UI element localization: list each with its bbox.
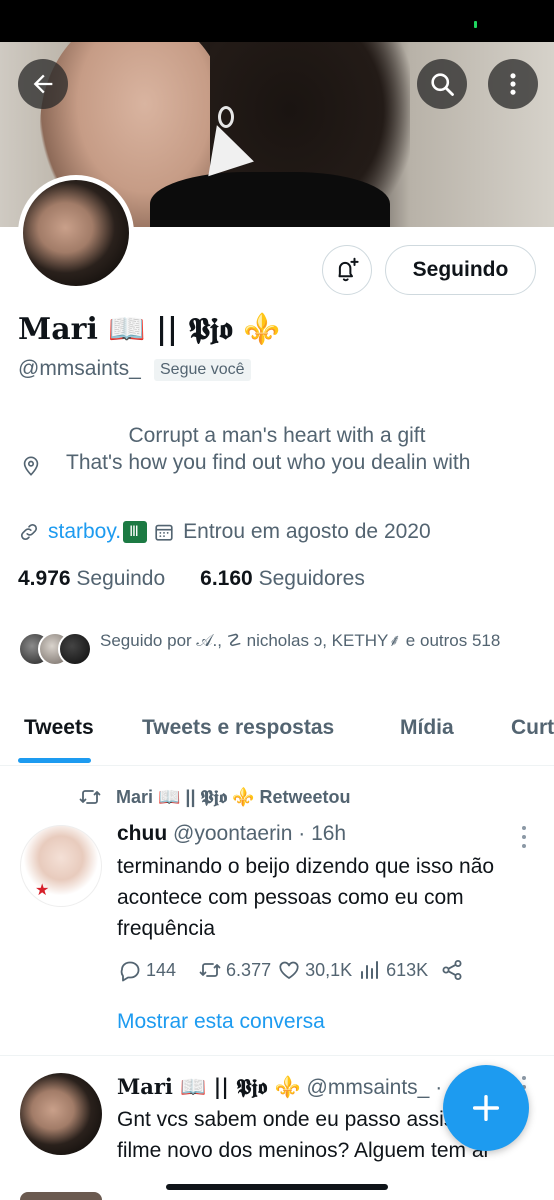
tweet-time: ·	[435, 1076, 443, 1099]
active-tab-indicator	[18, 758, 91, 763]
star-icon: ★	[35, 882, 50, 899]
retweet-icon	[199, 963, 221, 977]
retweet-button[interactable]: 6.377	[198, 958, 271, 982]
next-tweet-avatar	[20, 1192, 102, 1200]
followers-count: 6.160	[200, 567, 253, 590]
tweet-author-handle: @yoontaerin	[173, 822, 293, 845]
following-label: Seguindo	[76, 567, 166, 590]
retweeted-by[interactable]: Mari 📖 || 𝕻𝖏𝖔 ⚜️ Retweetou	[78, 785, 350, 809]
tweet-author-name[interactable]: Mari 📖 || 𝕻𝖏𝖔 ⚜️	[117, 1074, 301, 1099]
following-count-link[interactable]: 4.976 Seguindo	[18, 567, 165, 590]
share-button[interactable]	[440, 958, 468, 982]
tweet-text: terminando o beijo dizendo que isso não …	[117, 855, 495, 940]
followed-by-row[interactable]: Seguido por 𝒜., ☡ nicholas ↄ, KETHY⸙ e o…	[18, 628, 530, 666]
share-icon	[442, 960, 462, 980]
followed-by-avatars	[18, 628, 92, 666]
like-icon	[279, 961, 299, 979]
home-indicator	[166, 1184, 388, 1190]
more-vertical-icon	[510, 73, 516, 95]
back-arrow-icon	[33, 74, 53, 94]
display-name: Mari 📖 || 𝕻𝖏𝖔 ⚜️	[18, 312, 281, 347]
notifications-bell-button[interactable]	[322, 245, 372, 295]
tab-media[interactable]: Mídia	[400, 716, 454, 740]
search-icon	[431, 73, 454, 96]
retweet-icon	[79, 790, 101, 804]
tweet-actions: 144 6.377 30,1K 613K	[118, 958, 468, 982]
joined-date: Entrou em agosto de 2020	[183, 520, 431, 543]
tweet-divider	[0, 1055, 554, 1056]
profile-tabs: Tweets Tweets e respostas Mídia Curt	[0, 700, 554, 766]
profile-link[interactable]: starboy.	[48, 520, 121, 544]
bell-plus-icon	[338, 257, 359, 282]
views-button[interactable]: 613K	[358, 958, 428, 982]
follow-counts: 4.976 Seguindo 6.160 Seguidores	[18, 567, 365, 591]
show-thread-link[interactable]: Mostrar esta conversa	[117, 1010, 325, 1034]
reply-button[interactable]: 144	[118, 958, 176, 982]
tweet-time: · 16h	[298, 822, 347, 845]
tweet-more-button[interactable]	[516, 826, 532, 848]
following-count: 4.976	[18, 567, 71, 590]
compose-tweet-button[interactable]	[443, 1065, 529, 1151]
tweet-header: Mari 📖 || 𝕻𝖏𝖔 ⚜️ @mmsaints_ ·	[117, 1074, 442, 1100]
link-icon	[20, 523, 38, 541]
views-icon	[361, 961, 379, 979]
tweet-author-avatar[interactable]: ★	[20, 825, 102, 907]
tab-likes[interactable]: Curt	[511, 716, 554, 740]
tab-tweets[interactable]: Tweets	[24, 716, 94, 740]
followers-label: Seguidores	[258, 567, 365, 590]
tweet-header: chuu @yoontaerin · 16h	[117, 822, 346, 846]
bank-emoji-icon	[123, 521, 148, 543]
followed-by-text: Seguido por 𝒜., ☡ nicholas ↄ, KETHY⸙ e o…	[100, 631, 501, 650]
location-pin-icon	[23, 456, 39, 476]
bio-line-1: Corrupt a man's heart with a gift	[128, 424, 426, 447]
like-button[interactable]: 30,1K	[277, 958, 352, 982]
tweet-author-handle: @mmsaints_	[306, 1076, 430, 1099]
reply-icon	[120, 961, 140, 982]
avatar	[58, 632, 92, 666]
like-count: 30,1K	[305, 959, 353, 980]
compose-plus-icon	[472, 1094, 500, 1122]
tweet-author-avatar[interactable]	[20, 1073, 102, 1155]
status-bar	[0, 0, 554, 42]
more-options-button[interactable]	[488, 59, 538, 109]
avatar-image	[23, 180, 129, 286]
search-button[interactable]	[417, 59, 467, 109]
profile-avatar[interactable]	[18, 175, 134, 291]
profile-handle: @mmsaints_	[18, 357, 141, 380]
follows-you-badge: Segue você	[154, 359, 251, 381]
tweet-author-name[interactable]: chuu	[117, 822, 167, 845]
calendar-icon	[155, 524, 173, 541]
views-count: 613K	[386, 959, 429, 980]
followers-count-link[interactable]: 6.160 Seguidores	[200, 567, 365, 590]
profile-meta-row: starboy. Entrou em agosto de 2020	[18, 520, 431, 544]
back-button[interactable]	[18, 59, 68, 109]
following-button[interactable]: Seguindo	[385, 245, 536, 295]
tab-tweets-and-replies[interactable]: Tweets e respostas	[142, 716, 334, 740]
status-indicator	[474, 21, 477, 28]
bio-line-2: That's how you find out who you dealin w…	[66, 451, 471, 474]
retweeted-by-label: Mari 📖 || 𝕻𝖏𝖔 ⚜️ Retweetou	[116, 786, 351, 807]
reply-count: 144	[146, 959, 177, 980]
retweet-count: 6.377	[226, 959, 272, 980]
